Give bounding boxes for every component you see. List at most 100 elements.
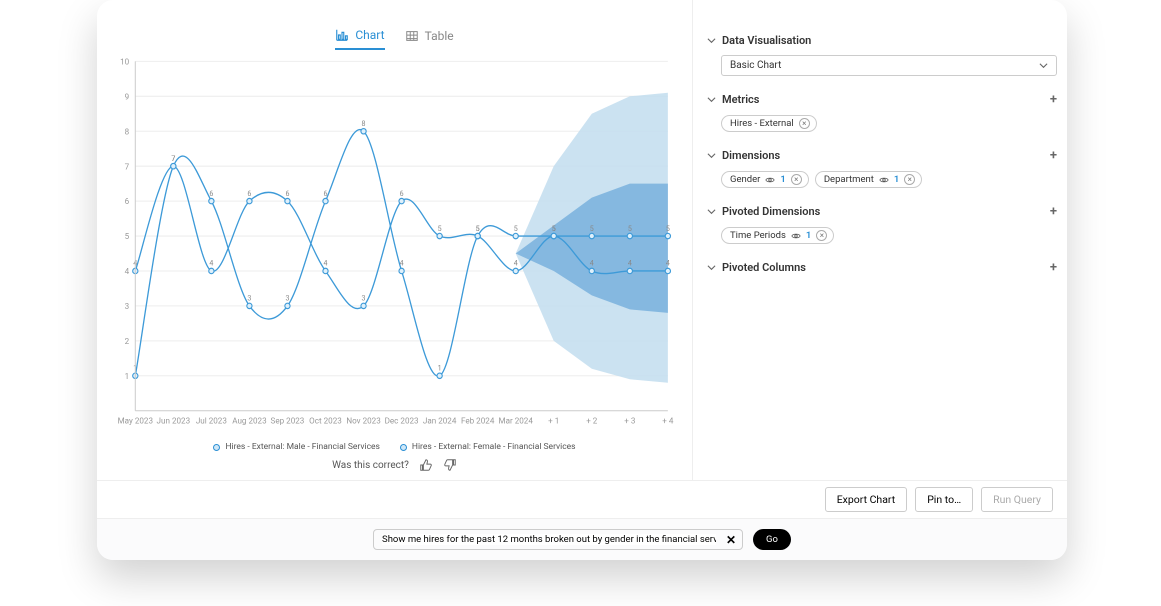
chip-count: 1 — [806, 230, 811, 241]
chip-dimension[interactable]: Gender 1 × — [721, 171, 809, 188]
section-pivoted-dimensions[interactable]: Pivoted Dimensions + — [707, 204, 1057, 219]
svg-text:Nov 2023: Nov 2023 — [346, 416, 381, 426]
metrics-chips: Hires - External × — [721, 115, 1057, 132]
legend-item: Hires - External: Male - Financial Servi… — [213, 442, 379, 452]
legend-dot-icon — [400, 444, 407, 451]
dropdown-value: Basic Chart — [730, 60, 781, 71]
svg-text:Jan 2024: Jan 2024 — [423, 416, 457, 426]
eye-icon — [791, 231, 801, 241]
thumbs-down-icon[interactable] — [443, 458, 457, 472]
svg-text:5: 5 — [125, 232, 130, 242]
section-metrics[interactable]: Metrics + — [707, 92, 1057, 107]
legend-item: Hires - External: Female - Financial Ser… — [400, 442, 576, 452]
chip-label: Hires - External — [730, 118, 794, 129]
svg-text:5: 5 — [666, 224, 670, 233]
section-title: Pivoted Columns — [722, 261, 806, 274]
section-title: Metrics — [722, 93, 759, 106]
chip-remove-icon[interactable]: × — [904, 174, 915, 185]
config-sidebar: Data Visualisation Basic Chart Metrics +… — [692, 0, 1067, 480]
eye-icon — [879, 175, 889, 185]
svg-text:8: 8 — [362, 119, 366, 128]
chip-label: Gender — [730, 174, 760, 185]
svg-text:3: 3 — [247, 294, 251, 303]
svg-text:1: 1 — [438, 363, 442, 372]
chip-count: 1 — [780, 174, 785, 185]
legend-dot-icon — [213, 444, 220, 451]
chip-pivoted-dimension[interactable]: Time Periods 1 × — [721, 227, 834, 244]
svg-text:4: 4 — [324, 259, 328, 268]
svg-text:9: 9 — [125, 92, 130, 102]
tab-chart[interactable]: Chart — [335, 28, 384, 50]
chart-column: Chart Table 12345678910May 2023Jun 2023J… — [97, 0, 692, 480]
export-chart-button[interactable]: Export Chart — [825, 487, 908, 512]
svg-text:+ 2: + 2 — [586, 416, 598, 426]
tab-table-label: Table — [425, 29, 454, 43]
section-dimensions[interactable]: Dimensions + — [707, 148, 1057, 163]
chip-remove-icon[interactable]: × — [816, 230, 827, 241]
visualisation-dropdown[interactable]: Basic Chart — [721, 55, 1057, 76]
add-dimension-button[interactable]: + — [1050, 148, 1057, 163]
add-pivoted-dimension-button[interactable]: + — [1050, 204, 1057, 219]
chip-label: Department — [824, 174, 874, 185]
feedback-prompt: Was this correct? — [332, 460, 409, 471]
svg-text:6: 6 — [125, 197, 130, 207]
chevron-down-icon — [707, 95, 716, 104]
svg-text:Oct 2023: Oct 2023 — [309, 416, 342, 426]
chip-metric[interactable]: Hires - External × — [721, 115, 817, 132]
section-pivoted-columns[interactable]: Pivoted Columns + — [707, 260, 1057, 275]
svg-text:4: 4 — [514, 259, 518, 268]
svg-text:6: 6 — [209, 189, 213, 198]
chip-remove-icon[interactable]: × — [791, 174, 802, 185]
svg-text:5: 5 — [438, 224, 442, 233]
svg-text:4: 4 — [590, 259, 594, 268]
svg-text:7: 7 — [125, 162, 130, 172]
eye-icon — [765, 175, 775, 185]
chart-area: 12345678910May 2023Jun 2023Jul 2023Aug 2… — [111, 53, 678, 440]
svg-text:Sep 2023: Sep 2023 — [271, 416, 305, 426]
svg-text:+ 1: + 1 — [548, 416, 559, 426]
thumbs-up-icon[interactable] — [419, 458, 433, 472]
query-input[interactable] — [382, 534, 716, 545]
add-metric-button[interactable]: + — [1050, 92, 1057, 107]
go-button[interactable]: Go — [753, 529, 791, 550]
tab-table[interactable]: Table — [405, 28, 454, 50]
svg-text:+ 4: + 4 — [662, 416, 674, 426]
view-tabs: Chart Table — [111, 28, 678, 50]
add-pivoted-column-button[interactable]: + — [1050, 260, 1057, 275]
svg-text:8: 8 — [125, 127, 130, 137]
svg-text:Jul 2023: Jul 2023 — [196, 416, 227, 426]
query-input-wrapper: ✕ — [373, 529, 743, 550]
main-row: Chart Table 12345678910May 2023Jun 2023J… — [97, 0, 1067, 480]
svg-text:6: 6 — [247, 189, 251, 198]
section-title: Pivoted Dimensions — [722, 205, 820, 218]
svg-text:6: 6 — [400, 189, 404, 198]
svg-text:3: 3 — [362, 294, 366, 303]
chevron-down-icon — [707, 263, 716, 272]
chart-legend: Hires - External: Male - Financial Servi… — [111, 442, 678, 452]
svg-text:6: 6 — [285, 189, 289, 198]
section-data-visualisation[interactable]: Data Visualisation — [707, 34, 1057, 47]
legend-label: Hires - External: Female - Financial Ser… — [412, 442, 576, 452]
svg-text:4: 4 — [628, 259, 632, 268]
chip-dimension[interactable]: Department 1 × — [815, 171, 923, 188]
legend-label: Hires - External: Male - Financial Servi… — [225, 442, 379, 452]
feedback-row: Was this correct? — [111, 458, 678, 472]
clear-query-icon[interactable]: ✕ — [726, 533, 736, 547]
svg-text:5: 5 — [590, 224, 594, 233]
chip-remove-icon[interactable]: × — [799, 118, 810, 129]
query-bar: ✕ Go — [97, 518, 1067, 560]
svg-text:5: 5 — [476, 224, 480, 233]
svg-text:6: 6 — [324, 189, 328, 198]
line-chart: 12345678910May 2023Jun 2023Jul 2023Aug 2… — [111, 53, 678, 440]
chevron-down-icon — [1039, 61, 1048, 70]
pin-to-button[interactable]: Pin to… — [915, 487, 973, 512]
section-title: Dimensions — [722, 149, 780, 162]
svg-text:4: 4 — [400, 259, 404, 268]
svg-text:1: 1 — [125, 372, 130, 382]
svg-text:10: 10 — [120, 57, 129, 67]
svg-text:Mar 2024: Mar 2024 — [499, 416, 534, 426]
svg-text:3: 3 — [285, 294, 289, 303]
svg-text:+ 3: + 3 — [624, 416, 636, 426]
run-query-button[interactable]: Run Query — [981, 487, 1053, 512]
svg-text:4: 4 — [666, 259, 670, 268]
